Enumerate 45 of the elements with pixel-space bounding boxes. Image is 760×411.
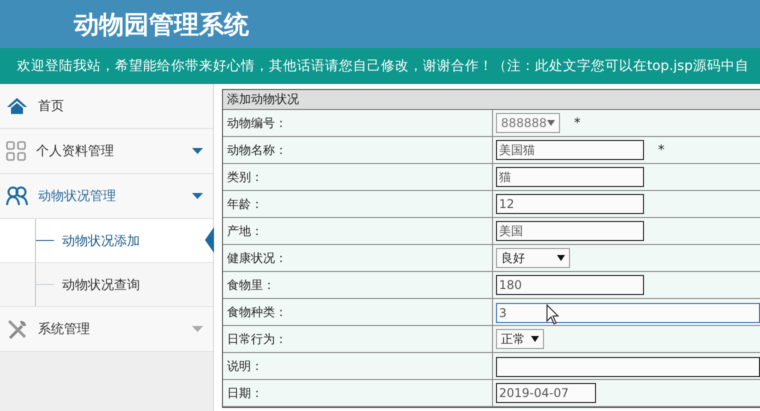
selection-marker [205, 227, 214, 253]
field-label: 说明： [227, 358, 263, 374]
dropdown[interactable]: 888888 [496, 113, 560, 133]
notice-text: 欢迎登陆我站，希望能给你带来好心情，其他话语请您自己修改，谢谢合作！（注：此处文字您可以在top.jsp源码中自 [17, 57, 749, 75]
field-label: 动物名称： [227, 142, 287, 158]
input-field[interactable]: 美国猫 [496, 140, 644, 160]
field-label: 日常行为： [227, 330, 287, 348]
input-field[interactable]: 2019-04-07 [496, 383, 596, 403]
field-label: 健康状况： [227, 250, 287, 266]
required-mark: * [574, 116, 580, 130]
input-field[interactable]: 12 [496, 194, 644, 214]
menu-item[interactable]: 个人资料管理 [0, 129, 213, 174]
caret-icon [547, 120, 555, 126]
input-field[interactable]: 180 [496, 275, 644, 295]
caret-icon [531, 336, 539, 342]
input-field[interactable]: 猫 [496, 167, 644, 187]
menu-item[interactable]: 动物状况管理 [0, 174, 213, 219]
submenu-item[interactable]: 动物状况添加 [0, 219, 213, 263]
caret-icon [192, 326, 203, 332]
grid-icon [6, 141, 26, 161]
menu-item[interactable]: 系统管理 [0, 307, 213, 352]
input-field[interactable]: 3 [496, 302, 760, 322]
pointer-cursor-icon [546, 304, 560, 326]
caret-icon [192, 193, 203, 199]
home-icon [6, 97, 28, 115]
required-mark: * [658, 142, 664, 158]
tools-icon [6, 318, 28, 340]
users-icon [6, 186, 28, 206]
field-label: 产地： [227, 222, 263, 240]
app-title: 动物园管理系统 [74, 8, 249, 40]
submenu-item[interactable]: 动物状况查询 [0, 263, 213, 307]
field-label: 年龄： [227, 196, 263, 212]
field-label: 动物编号： [227, 114, 287, 132]
form-title: 添加动物状况 [227, 91, 299, 108]
field-label: 类别： [227, 168, 263, 186]
dropdown[interactable]: 良好 [496, 248, 570, 268]
input-field[interactable] [496, 356, 760, 376]
input-field[interactable]: 美国 [496, 221, 644, 241]
menu-item[interactable]: 首页 [0, 84, 213, 129]
field-label: 日期： [227, 384, 263, 402]
dropdown[interactable]: 正常 [496, 329, 544, 349]
field-label: 食物种类： [227, 304, 287, 320]
field-label: 食物里： [227, 276, 275, 294]
caret-icon [557, 255, 565, 261]
caret-icon [192, 148, 203, 154]
